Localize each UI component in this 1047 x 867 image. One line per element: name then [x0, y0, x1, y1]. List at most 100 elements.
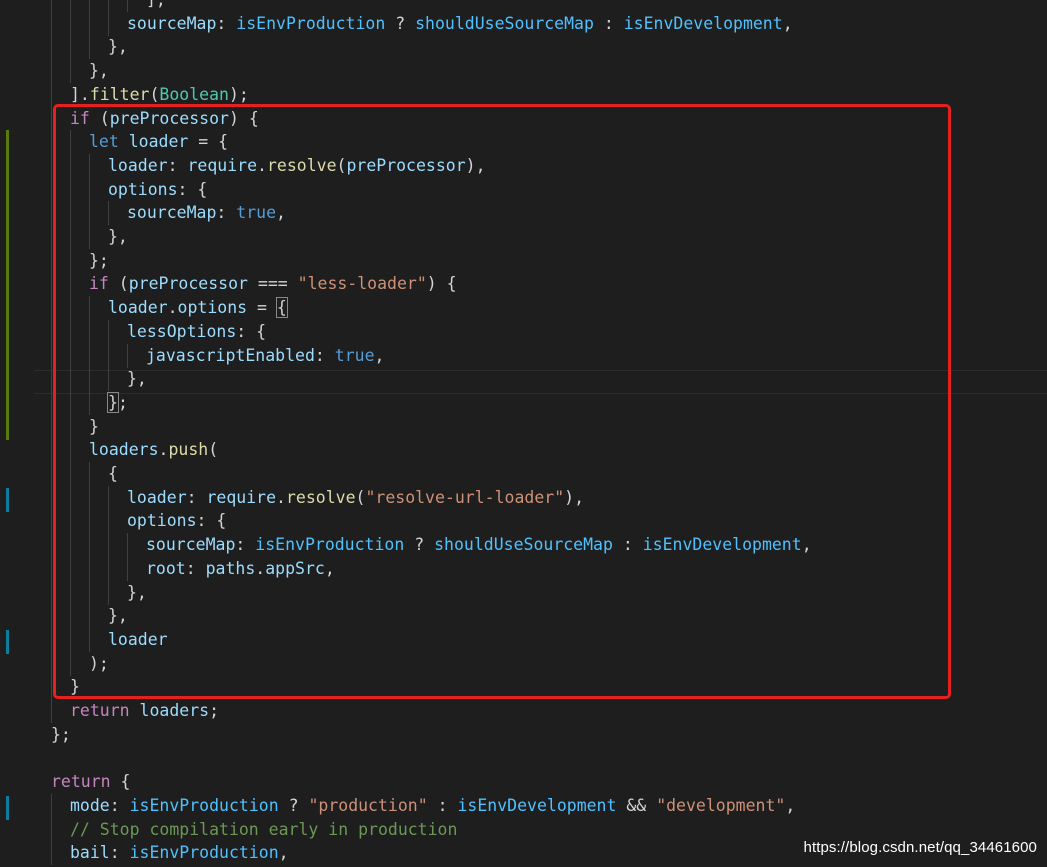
code-text: // Stop compilation early in production: [70, 818, 457, 842]
code-token: ],: [146, 0, 166, 9]
indent-guide: [51, 651, 52, 676]
code-token: );: [228, 84, 249, 104]
code-token: mode: [70, 795, 110, 815]
indent-guide: [51, 296, 52, 321]
indent-guide: [51, 177, 52, 202]
indent-guide: [51, 675, 52, 700]
indent-guide: [51, 35, 52, 60]
code-token: ,: [782, 13, 793, 33]
code-line[interactable]: return {: [0, 770, 1047, 794]
indent-guide: [51, 817, 52, 842]
code-token: "production": [308, 795, 428, 815]
code-token: filter: [89, 84, 150, 104]
code-line[interactable]: },: [0, 59, 1047, 84]
code-editor[interactable]: ], sourceMap: isEnvProduction ? shouldUse…: [0, 0, 1047, 867]
code-token: isEnvProduction: [129, 843, 279, 863]
code-token: {: [110, 772, 131, 792]
annotation-highlight-box: [53, 104, 951, 699]
code-token: :: [427, 795, 458, 815]
indent-guide: [51, 106, 52, 131]
indent-guide: [51, 462, 52, 486]
code-token: :: [216, 13, 237, 33]
indent-guide: [51, 343, 52, 368]
code-token: Boolean: [159, 84, 229, 104]
code-token: ,: [278, 843, 289, 863]
code-token: return: [51, 772, 111, 792]
indent-guide: [51, 11, 52, 36]
code-text: },: [108, 35, 128, 59]
code-line[interactable]: },: [0, 35, 1047, 60]
indent-guide: [51, 248, 52, 273]
code-text: };: [51, 723, 71, 747]
code-token: // Stop compilation early in production: [70, 819, 458, 839]
code-token: (: [149, 84, 160, 104]
indent-guide: [51, 82, 52, 107]
indent-guide: [51, 59, 52, 84]
code-line[interactable]: [0, 746, 1047, 770]
code-line[interactable]: mode: isEnvProduction ? "production" : i…: [0, 793, 1047, 818]
code-token: },: [89, 61, 109, 81]
indent-guide: [51, 485, 52, 510]
indent-guide: [51, 533, 52, 558]
indent-guide: [89, 35, 90, 60]
code-line[interactable]: // Stop compilation early in production: [0, 817, 1047, 842]
code-line[interactable]: sourceMap: isEnvProduction ? shouldUseSo…: [0, 11, 1047, 36]
indent-guide: [51, 841, 52, 866]
code-token: ;: [209, 701, 220, 720]
code-token: isEnvDevelopment: [457, 795, 617, 815]
indent-guide: [51, 580, 52, 605]
code-line[interactable]: };: [0, 723, 1047, 747]
indent-guide: [51, 153, 52, 178]
code-token: :: [109, 843, 130, 863]
indent-guide: [70, 0, 71, 12]
code-token: ].: [70, 84, 90, 104]
indent-guide: [51, 414, 52, 439]
indent-guide: [51, 793, 52, 818]
indent-guide: [51, 627, 52, 652]
indent-guide: [108, 0, 109, 12]
indent-guide: [51, 0, 52, 12]
code-text: sourceMap: isEnvProduction ? shouldUseSo…: [127, 12, 793, 36]
indent-guide: [51, 225, 52, 249]
indent-guide: [51, 201, 52, 226]
indent-guide: [51, 130, 52, 155]
indent-guide: [51, 390, 52, 415]
indent-guide: [108, 11, 109, 36]
code-token: sourceMap: [127, 13, 217, 33]
indent-guide: [51, 438, 52, 463]
code-token: shouldUseSourceMap: [415, 13, 594, 33]
indent-guide: [51, 699, 52, 723]
code-token: "development": [656, 795, 786, 815]
code-token: },: [108, 37, 128, 57]
code-text: ],: [146, 0, 166, 12]
indent-guide: [127, 0, 128, 12]
code-token: isEnvProduction: [129, 795, 279, 815]
code-text: return {: [51, 770, 130, 794]
code-token: ?: [278, 795, 309, 815]
code-token: };: [51, 724, 71, 744]
code-token: :: [109, 795, 130, 815]
code-token: isEnvDevelopment: [623, 13, 783, 33]
code-token: loaders: [139, 701, 210, 720]
code-token: isEnvProduction: [236, 13, 386, 33]
indent-guide: [51, 509, 52, 534]
indent-guide: [70, 35, 71, 60]
code-line[interactable]: ],: [0, 0, 1047, 12]
indent-guide: [51, 556, 52, 581]
code-token: ,: [785, 795, 796, 815]
code-token: return: [70, 701, 130, 720]
indent-guide: [89, 0, 90, 12]
code-text: return loaders;: [70, 699, 219, 723]
indent-guide: [51, 272, 52, 297]
code-text: bail: isEnvProduction,: [70, 841, 289, 865]
code-line[interactable]: return loaders;: [0, 699, 1047, 723]
watermark-text: https://blog.csdn.net/qq_34461600: [803, 839, 1037, 856]
code-token: :: [593, 13, 624, 33]
code-text: },: [89, 59, 109, 83]
indent-guide: [51, 367, 52, 392]
indent-guide: [51, 604, 52, 629]
indent-guide: [89, 11, 90, 36]
code-token: &&: [616, 795, 657, 815]
code-token: bail: [70, 843, 110, 863]
